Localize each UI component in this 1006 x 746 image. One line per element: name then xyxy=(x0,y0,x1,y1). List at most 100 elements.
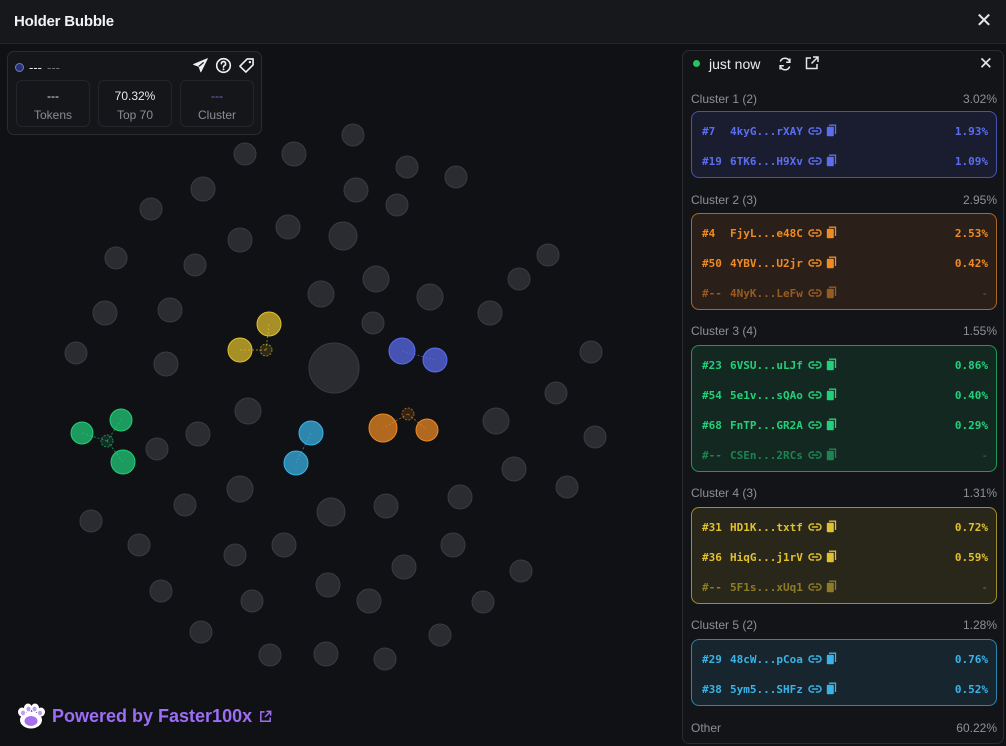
copy-icon[interactable] xyxy=(826,358,837,371)
holder-row[interactable]: #19 6TK6...H9Xv 1.09% xyxy=(692,151,996,171)
holder-bubble[interactable] xyxy=(104,246,128,270)
holder-address[interactable]: 4YBV...U2jr xyxy=(730,257,803,270)
help-icon[interactable] xyxy=(215,57,232,74)
close-icon[interactable]: ✕ xyxy=(972,9,996,33)
holder-bubble[interactable] xyxy=(583,425,607,449)
holder-row[interactable]: #38 5ym5...SHFz 0.52% xyxy=(692,679,996,699)
cluster-hub[interactable] xyxy=(401,407,415,421)
bubble-map-svg[interactable] xyxy=(0,44,680,746)
holder-bubble[interactable] xyxy=(315,572,341,598)
holder-bubble[interactable] xyxy=(482,407,510,435)
cluster-bubble[interactable] xyxy=(283,450,309,476)
holder-bubble[interactable] xyxy=(471,590,495,614)
link-icon[interactable] xyxy=(808,581,822,593)
link-icon[interactable] xyxy=(808,257,822,269)
cluster-bubble[interactable] xyxy=(388,337,416,365)
holder-bubble[interactable] xyxy=(544,381,568,405)
cluster-bubble[interactable] xyxy=(415,418,439,442)
holder-bubble[interactable] xyxy=(391,554,417,580)
powered-by-link[interactable]: Powered by Faster100x xyxy=(16,702,273,730)
copy-icon[interactable] xyxy=(826,286,837,299)
holder-bubble[interactable] xyxy=(307,280,335,308)
holder-row[interactable]: #68 FnTP...GR2A 0.29% xyxy=(692,415,996,435)
holder-address[interactable]: 5ym5...SHFz xyxy=(730,683,803,696)
holder-bubble[interactable] xyxy=(157,297,183,323)
cluster-bubble[interactable] xyxy=(422,347,448,373)
cluster-hub[interactable] xyxy=(259,343,273,357)
holder-bubble[interactable] xyxy=(240,589,264,613)
holder-bubble[interactable] xyxy=(395,155,419,179)
holder-row[interactable]: #29 48cW...pCoa 0.76% xyxy=(692,649,996,669)
external-link-icon[interactable] xyxy=(258,709,273,724)
holder-bubble[interactable] xyxy=(361,311,385,335)
send-icon[interactable] xyxy=(192,57,209,74)
link-icon[interactable] xyxy=(808,419,822,431)
holder-bubble[interactable] xyxy=(444,165,468,189)
holder-row[interactable]: #31 HD1K...txtf 0.72% xyxy=(692,517,996,537)
holder-bubble[interactable] xyxy=(501,456,527,482)
link-icon[interactable] xyxy=(808,683,822,695)
holder-bubble[interactable] xyxy=(281,141,307,167)
link-icon[interactable] xyxy=(808,389,822,401)
holder-row[interactable]: #-- 5F1s...xUq1 - xyxy=(692,577,996,597)
holder-row[interactable]: #23 6VSU...uLJf 0.86% xyxy=(692,355,996,375)
copy-icon[interactable] xyxy=(826,520,837,533)
holder-bubble[interactable] xyxy=(385,193,409,217)
holder-bubble[interactable] xyxy=(183,253,207,277)
open-external-icon[interactable] xyxy=(804,55,820,71)
panel-close-icon[interactable]: ✕ xyxy=(979,54,993,74)
holder-bubble[interactable] xyxy=(316,497,346,527)
holder-bubble[interactable] xyxy=(185,421,211,447)
holder-bubble[interactable] xyxy=(328,221,358,251)
cluster-bubble[interactable] xyxy=(110,449,136,475)
holder-row[interactable]: #7 4kyG...rXAY 1.93% xyxy=(692,121,996,141)
holder-bubble[interactable] xyxy=(139,197,163,221)
bubble-map[interactable] xyxy=(0,44,680,746)
holder-bubble[interactable] xyxy=(440,532,466,558)
cluster-hub[interactable] xyxy=(100,434,114,448)
holder-address[interactable]: 5e1v...sQAo xyxy=(730,389,803,402)
holder-bubble[interactable] xyxy=(555,475,579,499)
copy-icon[interactable] xyxy=(826,124,837,137)
holder-bubble[interactable] xyxy=(226,475,254,503)
holder-row[interactable]: #-- CSEn...2RCs - xyxy=(692,445,996,465)
holder-bubble[interactable] xyxy=(509,559,533,583)
link-icon[interactable] xyxy=(808,359,822,371)
holder-bubble[interactable] xyxy=(227,227,253,253)
cluster-bubble[interactable] xyxy=(256,311,282,337)
holder-address[interactable]: HiqG...j1rV xyxy=(730,551,803,564)
copy-icon[interactable] xyxy=(826,388,837,401)
copy-icon[interactable] xyxy=(826,418,837,431)
holder-bubble[interactable] xyxy=(92,300,118,326)
holder-address[interactable]: 6TK6...H9Xv xyxy=(730,155,803,168)
holder-address[interactable]: FnTP...GR2A xyxy=(730,419,803,432)
link-icon[interactable] xyxy=(808,125,822,137)
holder-bubble[interactable] xyxy=(362,265,390,293)
holder-address[interactable]: CSEn...2RCs xyxy=(730,449,803,462)
holder-address[interactable]: 48cW...pCoa xyxy=(730,653,803,666)
holder-address[interactable]: FjyL...e48C xyxy=(730,227,803,240)
cluster-bubble[interactable] xyxy=(70,421,94,445)
holder-bubble[interactable] xyxy=(373,647,397,671)
holder-bubble[interactable] xyxy=(234,397,262,425)
holder-bubble[interactable] xyxy=(447,484,473,510)
holder-bubble[interactable] xyxy=(149,579,173,603)
holder-row[interactable]: #-- 4NyK...LeFw - xyxy=(692,283,996,303)
link-icon[interactable] xyxy=(808,287,822,299)
holder-bubble[interactable] xyxy=(477,300,503,326)
holder-bubble[interactable] xyxy=(356,588,382,614)
link-icon[interactable] xyxy=(808,155,822,167)
holder-bubble[interactable] xyxy=(308,342,360,394)
holder-row[interactable]: #36 HiqG...j1rV 0.59% xyxy=(692,547,996,567)
cluster-bubble[interactable] xyxy=(368,413,398,443)
copy-icon[interactable] xyxy=(826,226,837,239)
refresh-icon[interactable] xyxy=(777,56,793,72)
holder-bubble[interactable] xyxy=(341,123,365,147)
holder-bubble[interactable] xyxy=(127,533,151,557)
cluster-bubble[interactable] xyxy=(109,408,133,432)
holder-address[interactable]: 6VSU...uLJf xyxy=(730,359,803,372)
holder-bubble[interactable] xyxy=(145,437,169,461)
holder-bubble[interactable] xyxy=(271,532,297,558)
copy-icon[interactable] xyxy=(826,448,837,461)
holder-bubble[interactable] xyxy=(153,351,179,377)
